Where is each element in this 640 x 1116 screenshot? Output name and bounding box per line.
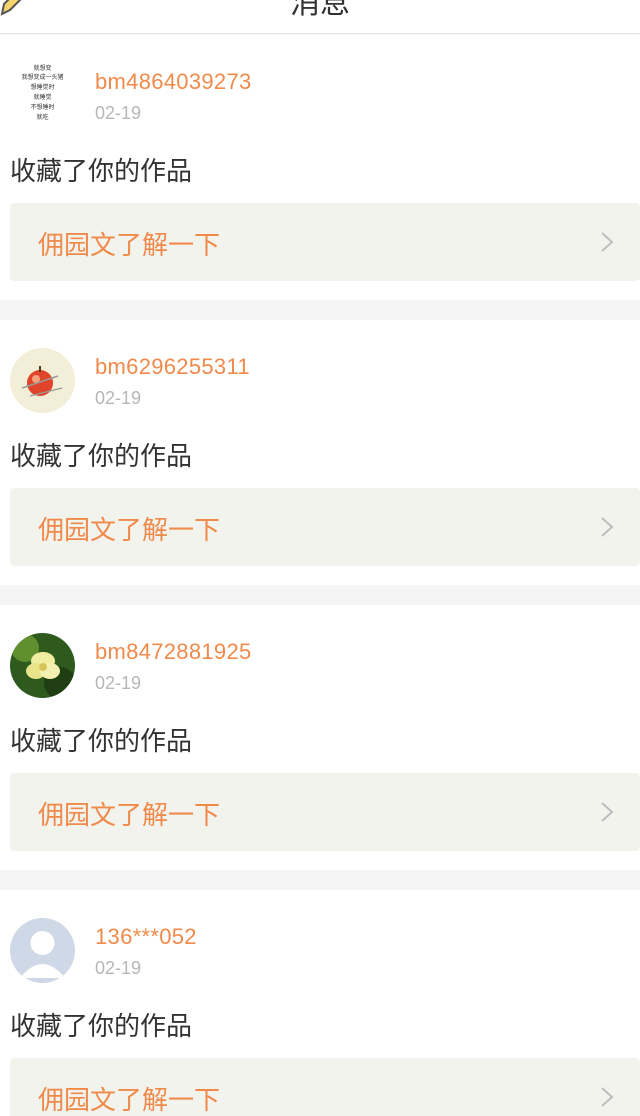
refresh-icon[interactable] [610,0,640,8]
learn-more-link[interactable]: 佣园文了解一下 [10,1058,640,1116]
message-card: bm6296255311 02-19 收藏了你的作品 佣园文了解一下 [0,320,640,585]
page-title: 消息 [290,0,350,21]
message-date: 02-19 [95,103,142,123]
svg-text:就睡觉: 就睡觉 [33,93,51,101]
chevron-right-icon [601,1087,614,1107]
message-action: 收藏了你的作品 [10,727,193,757]
svg-text:我想变成一头猪: 我想变成一头猪 [21,73,63,81]
svg-text:就吃: 就吃 [36,113,48,121]
learn-more-label: 佣园文了解一下 [38,516,221,546]
learn-more-label: 佣园文了解一下 [38,231,221,261]
message-card: bm8472881925 02-19 收藏了你的作品 佣园文了解一下 [0,605,640,870]
message-action: 收藏了你的作品 [10,442,193,472]
text-avatar-image: 就想变 我想变成一头猪 想睡觉时 就睡觉 不想睡时 就吃 [10,63,75,128]
learn-more-link[interactable]: 佣园文了解一下 [10,203,640,281]
learn-more-link[interactable]: 佣园文了解一下 [10,773,640,851]
apple-avatar-image [10,348,75,413]
learn-more-link[interactable]: 佣园文了解一下 [10,488,640,566]
message-card: 136***052 02-19 收藏了你的作品 佣园文了解一下 [0,890,640,1116]
username[interactable]: bm8472881925 [95,639,252,665]
message-date: 02-19 [95,958,142,978]
chevron-right-icon [601,802,614,822]
chevron-right-icon [601,517,614,537]
flower-avatar-image [10,633,75,698]
svg-text:想睡觉时: 想睡觉时 [30,83,54,91]
message-date: 02-19 [95,388,142,408]
avatar[interactable]: 就想变 我想变成一头猪 想睡觉时 就睡觉 不想睡时 就吃 [10,63,75,128]
username[interactable]: bm6296255311 [95,354,250,380]
message-action: 收藏了你的作品 [10,1012,193,1042]
username[interactable]: bm4864039273 [95,69,252,95]
message-card: 就想变 我想变成一头猪 想睡觉时 就睡觉 不想睡时 就吃 bm486403927… [0,35,640,300]
learn-more-label: 佣园文了解一下 [38,1086,221,1116]
avatar[interactable] [10,348,75,413]
message-action: 收藏了你的作品 [10,157,193,187]
svg-text:不想睡时: 不想睡时 [30,103,54,111]
learn-more-label: 佣园文了解一下 [38,801,221,831]
default-user-avatar-icon [10,918,75,983]
top-bar: 消息 [0,0,640,34]
username[interactable]: 136***052 [95,924,197,950]
avatar[interactable] [10,633,75,698]
message-date: 02-19 [95,673,142,693]
chevron-right-icon [601,232,614,252]
svg-text:就想变: 就想变 [33,64,51,72]
avatar[interactable] [10,918,75,983]
